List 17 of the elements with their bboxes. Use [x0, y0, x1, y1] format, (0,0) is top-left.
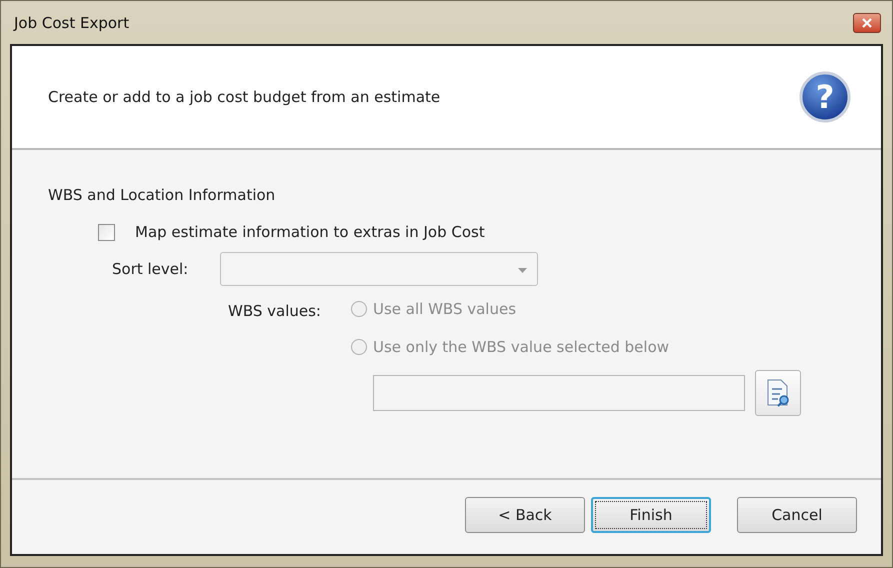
radio-label: Use only the WBS value selected below	[373, 338, 670, 356]
section-title: WBS and Location Information	[48, 186, 276, 204]
browse-button[interactable]	[755, 370, 801, 416]
dialog-button[interactable]: Finish	[591, 497, 711, 533]
close-button[interactable]	[853, 12, 881, 32]
window-title: Job Cost Export	[12, 14, 130, 32]
sort-level-label: Sort level:	[112, 260, 188, 278]
checkbox-label: Map estimate information to extras in Job Cost	[135, 223, 485, 241]
checkbox[interactable]	[98, 224, 115, 240]
caret-icon	[518, 268, 528, 273]
header-text: Create or add to a job cost budget from an estimate	[48, 88, 440, 106]
wbs-values-label: WBS values:	[228, 301, 321, 322]
close-icon	[861, 18, 873, 28]
help-icon[interactable]: ?	[799, 71, 851, 123]
dialog-button[interactable]: Cancel	[737, 497, 857, 533]
radio-label: Use all WBS values	[373, 300, 516, 318]
dialog-button[interactable]: < Back	[465, 497, 585, 533]
